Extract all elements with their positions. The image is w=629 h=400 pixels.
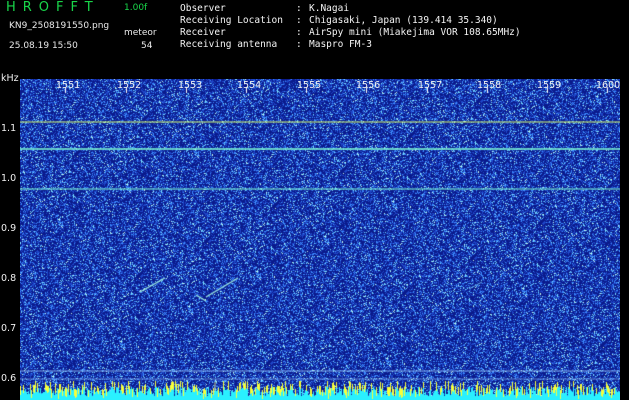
field-sep-location: : bbox=[296, 15, 302, 26]
x-tick-1552: 1552 bbox=[117, 80, 142, 91]
y-tick-0.8: 0.8 bbox=[1, 273, 17, 284]
field-sep-antenna: : bbox=[296, 39, 302, 50]
field-value-receiver: AirSpy mini (Miakejima VOR 108.65MHz) bbox=[309, 27, 521, 38]
field-value-antenna: Maspro FM-3 bbox=[309, 39, 372, 50]
field-sep-observer: : bbox=[296, 3, 302, 14]
brand-title: HROFFT bbox=[6, 0, 100, 15]
meteor-label: meteor bbox=[124, 28, 157, 38]
version-label: 1.00f bbox=[124, 3, 148, 13]
y-unit-label: kHz bbox=[1, 73, 19, 84]
x-tick-1556: 1556 bbox=[356, 80, 381, 91]
x-tick-1554: 1554 bbox=[237, 80, 262, 91]
field-label-receiver: Receiver bbox=[180, 27, 226, 38]
y-tick-0.9: 0.9 bbox=[1, 223, 17, 234]
y-tick-0.7: 0.7 bbox=[1, 323, 17, 334]
datetime-label: 25.08.19 15:50 bbox=[9, 41, 78, 51]
field-label-location: Receiving Location bbox=[180, 15, 283, 26]
field-label-antenna: Receiving antenna bbox=[180, 39, 278, 50]
y-tick-1.0: 1.0 bbox=[1, 173, 17, 184]
y-tick-0.6: 0.6 bbox=[1, 373, 17, 384]
x-tick-1551: 1551 bbox=[56, 80, 81, 91]
x-tick-1553: 1553 bbox=[178, 80, 203, 91]
meteor-count: 54 bbox=[141, 41, 153, 51]
field-value-location: Chigasaki, Japan (139.414 35.340) bbox=[309, 15, 498, 26]
field-sep-receiver: : bbox=[296, 27, 302, 38]
field-label-observer: Observer bbox=[180, 3, 226, 14]
x-tick-1558: 1558 bbox=[477, 80, 502, 91]
filename-label: KN9_2508191550.png bbox=[9, 21, 110, 31]
x-tick-1557: 1557 bbox=[418, 80, 443, 91]
x-tick-1555: 1555 bbox=[297, 80, 322, 91]
field-value-observer: K.Nagai bbox=[309, 3, 350, 14]
y-tick-1.1: 1.1 bbox=[1, 123, 17, 134]
spectrogram-canvas bbox=[20, 79, 620, 400]
x-tick-1559: 1559 bbox=[537, 80, 562, 91]
x-tick-1600: 1600 bbox=[596, 80, 621, 91]
